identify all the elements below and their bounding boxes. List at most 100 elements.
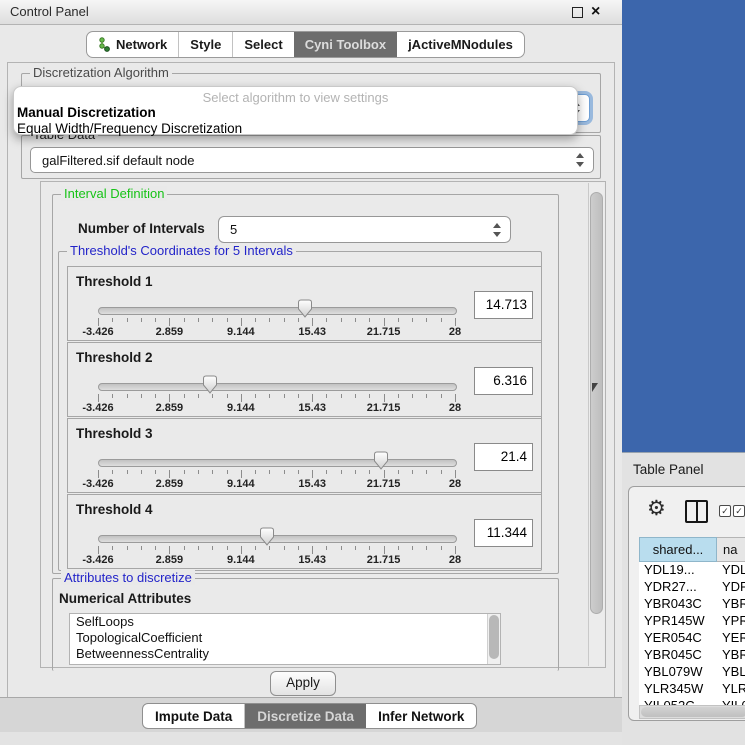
thresholds-group: Threshold's Coordinates for 5 Intervals …: [58, 251, 542, 571]
bottom-tab-discretize-data[interactable]: Discretize Data: [245, 704, 366, 728]
table-row[interactable]: YPR145WYPR1: [639, 613, 745, 630]
table-row[interactable]: YDL19...YDL1: [639, 562, 745, 579]
tick-mark: [455, 546, 456, 554]
tab-jactivemnodules[interactable]: jActiveMNodules: [397, 32, 524, 57]
threshold-value-field[interactable]: 6.316: [474, 367, 533, 395]
tick-label: 28: [449, 326, 461, 338]
tick-mark: [326, 394, 327, 398]
algorithm-dropdown-popup: Select algorithm to view settings Manual…: [13, 86, 578, 135]
column-header-shared-name[interactable]: shared...: [639, 537, 717, 562]
bottom-tab-infer-network[interactable]: Infer Network: [366, 704, 476, 728]
cell-name: YLR3: [717, 681, 745, 698]
bottom-tab-impute-data[interactable]: Impute Data: [143, 704, 245, 728]
checkbox-icon[interactable]: ✓: [733, 505, 745, 517]
tick-label: 21.715: [367, 478, 401, 490]
tick-mark: [227, 394, 228, 398]
threshold-box: Threshold 4-3.4262.8599.14415.4321.71528…: [67, 494, 542, 569]
tab-label: Select: [244, 37, 282, 52]
numerical-attributes-list[interactable]: SelfLoopsTopologicalCoefficientBetweenne…: [69, 613, 501, 665]
tab-cyni-toolbox[interactable]: Cyni Toolbox: [294, 32, 397, 57]
threshold-value-field[interactable]: 21.4: [474, 443, 533, 471]
table-hscrollbar[interactable]: [639, 705, 745, 719]
threshold-value-field[interactable]: 14.713: [474, 291, 533, 319]
tick-mark: [384, 546, 385, 554]
table-row[interactable]: YLR345WYLR3: [639, 681, 745, 698]
threshold-slider[interactable]: [98, 459, 457, 467]
threshold-slider[interactable]: [98, 535, 457, 543]
table-hscrollbar-thumb[interactable]: [641, 707, 745, 717]
tick-mark: [412, 546, 413, 550]
tab-network[interactable]: Network: [87, 32, 179, 57]
tick-mark: [141, 470, 142, 474]
tick-label: 28: [449, 402, 461, 414]
float-window-icon[interactable]: [572, 7, 583, 18]
tick-mark: [112, 394, 113, 398]
settings-scrollbar[interactable]: [588, 183, 604, 666]
tick-mark: [184, 546, 185, 550]
slider-tick-labels: -3.4262.8599.14415.4321.71528: [98, 554, 455, 566]
threshold-slider[interactable]: [98, 383, 457, 391]
tick-mark: [412, 394, 413, 398]
number-of-intervals-label: Number of Intervals: [78, 221, 205, 236]
table-row[interactable]: YBR045CYBR0: [639, 647, 745, 664]
tick-mark: [155, 318, 156, 322]
tick-label: -3.426: [82, 402, 113, 414]
threshold-slider[interactable]: [98, 307, 457, 315]
tick-mark: [341, 470, 342, 474]
tick-mark: [269, 470, 270, 474]
gear-icon[interactable]: ⚙: [647, 497, 666, 521]
attribute-list-item[interactable]: BetweennessCentrality: [70, 646, 500, 662]
bottom-substrip: [0, 732, 622, 745]
tick-mark: [155, 394, 156, 398]
control-panel-title: Control Panel: [10, 4, 89, 19]
slider-tick-labels: -3.4262.8599.14415.4321.71528: [98, 478, 455, 490]
attributes-scrollbar-thumb[interactable]: [489, 615, 499, 659]
threshold-value-field[interactable]: 11.344: [474, 519, 533, 547]
cell-shared-name: YLR345W: [639, 681, 717, 698]
tick-mark: [169, 470, 170, 478]
tick-mark: [198, 394, 199, 398]
tick-mark: [98, 546, 99, 554]
tick-mark: [398, 394, 399, 398]
table-row[interactable]: YBR043CYBR0: [639, 596, 745, 613]
tab-style[interactable]: Style: [179, 32, 233, 57]
network-window-frame: GAL80GACGAL11GAL4GCY1HHAP2: [622, 0, 745, 452]
settings-scrollbar-thumb[interactable]: [590, 192, 603, 614]
tick-mark: [127, 394, 128, 398]
close-icon[interactable]: ×: [591, 2, 600, 22]
slider-thumb[interactable]: [259, 527, 275, 546]
table-data-select[interactable]: galFiltered.sif default node: [30, 147, 594, 173]
tick-mark: [227, 470, 228, 474]
table-data-group: Table Data galFiltered.sif default node: [21, 135, 601, 179]
tick-label: -3.426: [82, 478, 113, 490]
tab-select[interactable]: Select: [233, 32, 293, 57]
attributes-group-title: Attributes to discretize: [61, 570, 195, 585]
slider-thumb[interactable]: [297, 299, 313, 318]
algorithm-placeholder-option[interactable]: Select algorithm to view settings: [14, 90, 577, 105]
split-columns-icon[interactable]: [685, 500, 708, 523]
attributes-scrollbar[interactable]: [487, 614, 500, 664]
tick-mark: [141, 394, 142, 398]
column-header-name[interactable]: na: [717, 537, 745, 562]
apply-button[interactable]: Apply: [270, 671, 336, 696]
algorithm-option[interactable]: Equal Width/Frequency Discretization: [14, 121, 577, 137]
attribute-list-item[interactable]: SelfLoops: [70, 614, 500, 630]
table-row[interactable]: YDR27...YDR2: [639, 579, 745, 596]
table-row[interactable]: YBL079WYBL0: [639, 664, 745, 681]
checkbox-icon[interactable]: ✓: [719, 505, 731, 517]
table-rows: YDL19...YDL1YDR27...YDR2YBR043CYBR0YPR14…: [639, 562, 745, 707]
tick-mark: [284, 318, 285, 322]
tick-mark: [426, 318, 427, 322]
tick-mark: [98, 470, 99, 478]
tick-label: 21.715: [367, 402, 401, 414]
slider-thumb[interactable]: [373, 451, 389, 470]
algorithm-option[interactable]: Manual Discretization: [14, 105, 577, 121]
slider-thumb[interactable]: [202, 375, 218, 394]
tick-mark: [341, 394, 342, 398]
table-row[interactable]: YER054CYER0: [639, 630, 745, 647]
attribute-list-item[interactable]: TopologicalCoefficient: [70, 630, 500, 646]
tick-mark: [269, 546, 270, 550]
tick-mark: [155, 546, 156, 550]
tick-mark: [241, 470, 242, 478]
number-of-intervals-select[interactable]: 5: [218, 216, 511, 243]
